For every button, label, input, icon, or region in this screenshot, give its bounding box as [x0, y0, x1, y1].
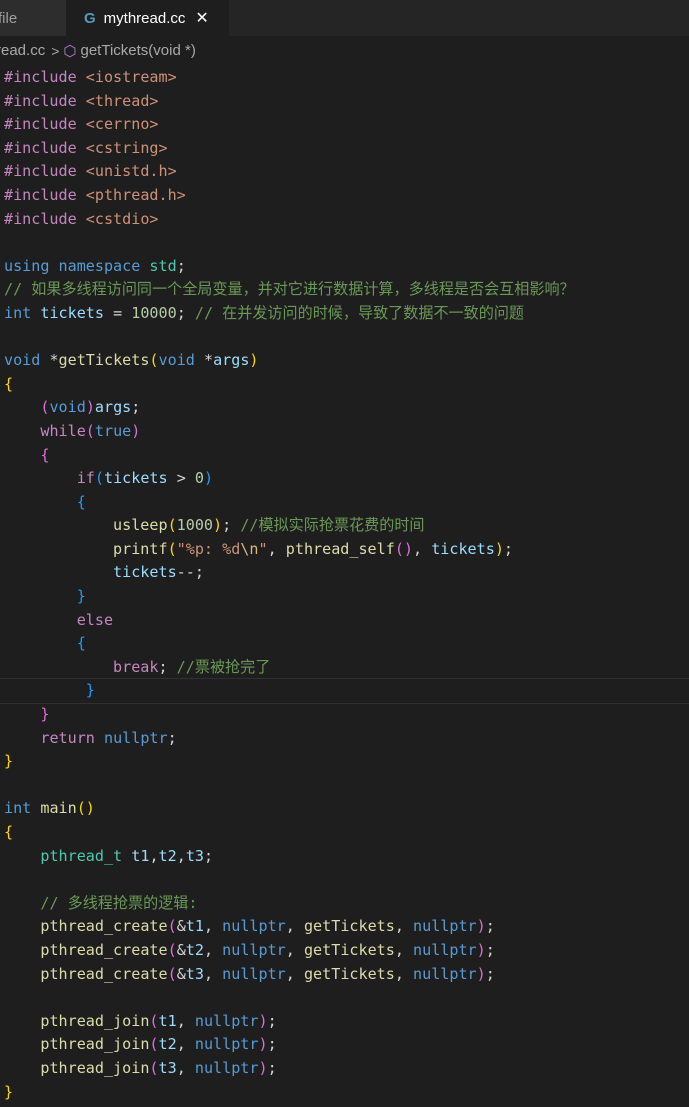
- code-line: usleep(1000); //模拟实际抢票花费的时间: [113, 516, 425, 535]
- code-line: pthread_join(t2, nullptr);: [40, 1035, 277, 1054]
- chevron-right-icon: >: [51, 42, 60, 59]
- code-line: pthread_create(&t2, nullptr, getTickets,…: [40, 940, 495, 959]
- code-line: break; //票被抢完了: [113, 657, 271, 676]
- code-line: while(true): [40, 421, 141, 440]
- code-line: pthread_create(&t3, nullptr, getTickets,…: [40, 964, 495, 983]
- code-line: pthread_create(&t1, nullptr, getTickets,…: [40, 917, 495, 936]
- code-line: {: [4, 374, 14, 393]
- code-line: {: [76, 492, 86, 511]
- code-line: #include <cstdio>: [4, 209, 159, 228]
- code-line: void *getTickets(void *args): [4, 351, 259, 370]
- breadcrumb-file[interactable]: read.cc: [0, 42, 45, 59]
- tab-file[interactable]: file: [0, 0, 66, 36]
- breadcrumb-symbol[interactable]: getTickets(void *): [81, 42, 196, 59]
- code-line: int main(): [4, 799, 95, 818]
- code-line: {: [40, 445, 50, 464]
- code-line: (void)args;: [40, 398, 141, 417]
- code-line-current: }: [0, 678, 689, 705]
- breadcrumb: read.cc > ⬡ getTickets(void *): [0, 36, 689, 65]
- tab-mythread[interactable]: G mythread.cc ✕: [66, 0, 230, 36]
- code-line: #include <cerrno>: [4, 115, 159, 134]
- method-cube-icon: ⬡: [63, 42, 77, 60]
- code-line: pthread_join(t3, nullptr);: [40, 1058, 277, 1077]
- code-line: }: [4, 752, 14, 771]
- tab-bar: file G mythread.cc ✕: [0, 0, 689, 36]
- cpp-file-icon: G: [84, 9, 96, 27]
- code-line: printf("%p: %d\n", pthread_self(), ticke…: [113, 539, 513, 558]
- code-line: {: [76, 634, 86, 653]
- code-line: {: [4, 823, 14, 841]
- code-line: return nullptr;: [40, 728, 177, 747]
- code-line: }: [76, 587, 86, 606]
- code-line: // 多线程抢票的逻辑:: [40, 893, 198, 912]
- code-line: if(tickets > 0): [76, 469, 214, 488]
- code-line: tickets--;: [113, 563, 204, 582]
- tab-bar-empty: [230, 0, 689, 36]
- close-icon[interactable]: ✕: [195, 8, 208, 28]
- tab-mythread-label: mythread.cc: [103, 9, 186, 27]
- code-line: pthread_join(t1, nullptr);: [40, 1011, 277, 1030]
- code-editor[interactable]: #include <iostream> #include <thread> #i…: [0, 66, 689, 1104]
- code-line: #include <thread>: [4, 91, 159, 110]
- code-line: int tickets = 10000; // 在并发访问的时候，导致了数据不一…: [4, 303, 525, 322]
- code-line: #include <unistd.h>: [4, 162, 177, 181]
- tab-file-label: file: [0, 9, 18, 27]
- code-line: else: [76, 610, 114, 629]
- code-line: #include <cstring>: [4, 138, 168, 157]
- code-line: #include <iostream>: [4, 68, 177, 86]
- code-line: // 如果多线程访问同一个全局变量，并对它进行数据计算，多线程是否会互相影响？: [4, 280, 575, 299]
- code-line: using namespace std;: [4, 256, 186, 275]
- code-line: pthread_t t1,t2,t3;: [40, 846, 214, 865]
- code-line: }: [4, 1082, 14, 1101]
- code-line: #include <pthread.h>: [4, 185, 186, 204]
- code-line: }: [40, 705, 50, 724]
